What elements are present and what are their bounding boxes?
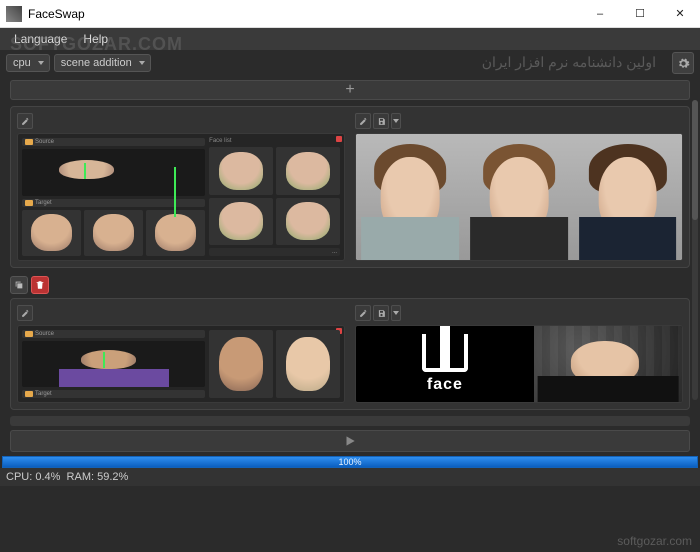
horizontal-scrollbar[interactable]: [10, 416, 690, 426]
run-button[interactable]: [10, 430, 690, 452]
logo-text: face: [427, 376, 463, 394]
scrollbar-thumb[interactable]: [692, 100, 698, 220]
edit-icon: [359, 309, 368, 318]
save-options-dropdown-1[interactable]: [391, 113, 401, 129]
menubar: Language Help: [0, 28, 700, 50]
source-subpanel-wrap-1: Source Target Face list: [17, 113, 345, 261]
folder-icon: [25, 200, 33, 206]
minimize-button[interactable]: –: [580, 0, 620, 27]
save-icon: [377, 117, 386, 126]
source-toolbar-2: [17, 305, 345, 321]
copy-icon: [14, 280, 24, 290]
result-subpanel-wrap-1: [355, 113, 683, 261]
result-toolbar-2: [355, 305, 683, 321]
vertical-scrollbar[interactable]: [692, 100, 698, 400]
folder-icon: [25, 391, 33, 397]
result-image-2: face: [356, 326, 682, 402]
progress-bar: 100%: [2, 456, 698, 468]
scene-panel-2: Source Target: [10, 298, 690, 410]
source-panel-2[interactable]: Source Target: [17, 325, 345, 403]
source-subpanel-wrap-2: Source Target: [17, 305, 345, 403]
trash-icon: [35, 280, 45, 290]
result-panel-1[interactable]: [355, 133, 683, 261]
device-dropdown[interactable]: cpu: [6, 54, 50, 72]
scene-panel-2-wrapper: Source Target: [10, 276, 690, 410]
progress-percent: 100%: [338, 457, 361, 467]
source-thumbnail-2: Source Target: [18, 326, 344, 402]
save-result-button-1[interactable]: [373, 113, 389, 129]
plus-icon: +: [345, 81, 354, 99]
cpu-value: 0.4%: [35, 471, 60, 483]
watermark-corner: softgozar.com: [617, 534, 692, 548]
scene-panel-1-wrapper: Source Target Face list: [10, 104, 690, 268]
folder-icon: [25, 331, 33, 337]
folder-icon: [25, 139, 33, 145]
add-row-button[interactable]: +: [10, 80, 690, 100]
close-button[interactable]: ✕: [660, 0, 700, 27]
app-icon: [6, 6, 22, 22]
result-toolbar-1: [355, 113, 683, 129]
result-panel-2[interactable]: face: [355, 325, 683, 403]
delete-scene-button[interactable]: [31, 276, 49, 294]
edit-source-button-2[interactable]: [17, 305, 33, 321]
source-panel-1[interactable]: Source Target Face list: [17, 133, 345, 261]
main-content: Source Target Face list: [0, 104, 700, 410]
edit-icon: [21, 309, 30, 318]
menu-language[interactable]: Language: [6, 29, 75, 49]
edit-source-button-1[interactable]: [17, 113, 33, 129]
ram-label: RAM:: [67, 471, 95, 483]
edit-icon: [21, 117, 30, 126]
edit-result-button-1[interactable]: [355, 113, 371, 129]
source-thumbnail-1: Source Target Face list: [18, 134, 344, 260]
result-logo: face: [356, 326, 534, 402]
ram-value: 59.2%: [97, 471, 128, 483]
duplicate-scene-button[interactable]: [10, 276, 28, 294]
mode-dropdown[interactable]: scene addition: [54, 54, 151, 72]
edit-icon: [359, 117, 368, 126]
window-title: FaceSwap: [28, 7, 580, 21]
scene-panel-1: Source Target Face list: [10, 106, 690, 268]
save-options-dropdown-2[interactable]: [391, 305, 401, 321]
play-icon: [343, 434, 357, 448]
save-icon: [377, 309, 386, 318]
edit-result-button-2[interactable]: [355, 305, 371, 321]
result-image-1: [356, 134, 682, 260]
maximize-button[interactable]: ☐: [620, 0, 660, 27]
settings-button[interactable]: [672, 52, 694, 74]
save-result-button-2[interactable]: [373, 305, 389, 321]
cpu-label: CPU:: [6, 471, 32, 483]
toolbar: cpu scene addition: [0, 50, 700, 76]
window-controls: – ☐ ✕: [580, 0, 700, 27]
source-toolbar-1: [17, 113, 345, 129]
result-subpanel-wrap-2: face: [355, 305, 683, 403]
menu-help[interactable]: Help: [75, 29, 116, 49]
statusbar: CPU: 0.4% RAM: 59.2%: [0, 468, 700, 486]
titlebar: FaceSwap – ☐ ✕: [0, 0, 700, 28]
gear-icon: [677, 57, 690, 70]
